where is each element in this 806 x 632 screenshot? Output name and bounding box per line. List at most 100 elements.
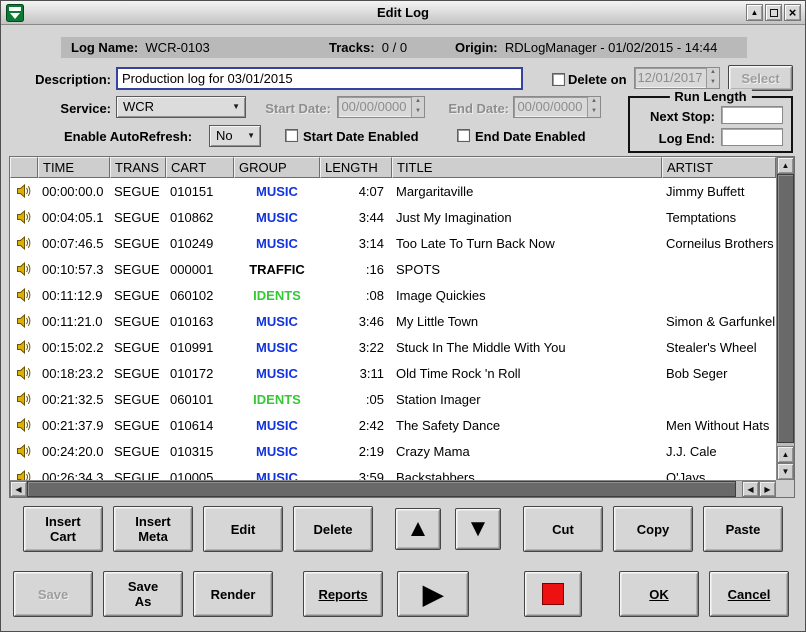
- column-header-artist[interactable]: ARTIST: [662, 157, 776, 178]
- table-row[interactable]: 00:24:20.0SEGUE010315MUSIC2:19Crazy Mama…: [10, 438, 776, 464]
- start-date-enabled-label: Start Date Enabled: [303, 129, 419, 145]
- cell-trans: SEGUE: [110, 418, 166, 433]
- play-button[interactable]: ▶: [397, 571, 469, 617]
- titlebar[interactable]: Edit Log ▲ ×: [1, 1, 805, 25]
- column-header-time[interactable]: TIME: [38, 157, 110, 178]
- speaker-cell: [10, 287, 38, 303]
- log-table: TIMETRANSCARTGROUPLENGTHTITLEARTIST 00:0…: [9, 156, 795, 498]
- paste-button[interactable]: Paste: [703, 506, 783, 552]
- column-header-title[interactable]: TITLE: [392, 157, 662, 178]
- insert-meta-button[interactable]: Insert Meta: [113, 506, 193, 552]
- cell-group: MUSIC: [234, 366, 320, 381]
- edit-button[interactable]: Edit: [203, 506, 283, 552]
- cell-trans: SEGUE: [110, 470, 166, 481]
- reports-label: Reports: [318, 587, 367, 602]
- combo-arrow-icon: ▼: [232, 97, 240, 117]
- column-header-trans[interactable]: TRANS: [110, 157, 166, 178]
- cell-artist: Men Without Hats: [662, 418, 776, 433]
- scroll-up-button-bottom[interactable]: ▲: [777, 446, 794, 463]
- copy-label: Copy: [637, 522, 670, 537]
- cell-group: MUSIC: [234, 314, 320, 329]
- log-table-header: TIMETRANSCARTGROUPLENGTHTITLEARTIST: [10, 157, 776, 178]
- scroll-down-button[interactable]: ▼: [777, 463, 794, 480]
- ok-button[interactable]: OK: [619, 571, 699, 617]
- column-header-group[interactable]: GROUP: [234, 157, 320, 178]
- table-row[interactable]: 00:11:12.9SEGUE060102IDENTS:08Image Quic…: [10, 282, 776, 308]
- scroll-left-button-right[interactable]: ◀: [742, 481, 759, 497]
- table-row[interactable]: 00:00:00.0SEGUE010151MUSIC4:07Margaritav…: [10, 178, 776, 204]
- speaker-icon: [16, 313, 32, 329]
- move-up-button[interactable]: ▲: [395, 508, 441, 550]
- save-button: Save: [13, 571, 93, 617]
- service-combobox[interactable]: WCR ▼: [116, 96, 246, 118]
- window-title: Edit Log: [1, 5, 805, 20]
- start-date-enabled-checkbox[interactable]: [285, 129, 298, 142]
- cell-group: MUSIC: [234, 444, 320, 459]
- close-icon: ×: [789, 6, 797, 19]
- table-row[interactable]: 00:21:37.9SEGUE010614MUSIC2:42The Safety…: [10, 412, 776, 438]
- end-date-spinbox: 00/00/0000 ▲ ▼: [513, 96, 601, 118]
- spin-down-icon: ▼: [412, 107, 424, 117]
- column-header-cart[interactable]: CART: [166, 157, 234, 178]
- combo-arrow-icon: ▼: [247, 126, 255, 146]
- table-row[interactable]: 00:18:23.2SEGUE010172MUSIC3:11Old Time R…: [10, 360, 776, 386]
- copy-button[interactable]: Copy: [613, 506, 693, 552]
- table-row[interactable]: 00:26:34.3SEGUE010005MUSIC3:59Backstabbe…: [10, 464, 776, 480]
- cell-group: MUSIC: [234, 340, 320, 355]
- delete-on-checkbox[interactable]: [552, 73, 565, 86]
- scroll-left-button[interactable]: ◀: [10, 481, 27, 497]
- table-row[interactable]: 00:04:05.1SEGUE010862MUSIC3:44Just My Im…: [10, 204, 776, 230]
- scroll-up-button[interactable]: ▲: [777, 157, 794, 174]
- cell-cart: 010862: [166, 210, 234, 225]
- render-button[interactable]: Render: [193, 571, 273, 617]
- end-date-enabled-checkbox[interactable]: [457, 129, 470, 142]
- save-as-label: Save As: [118, 579, 168, 609]
- move-down-button[interactable]: ▼: [455, 508, 501, 550]
- tracks-value: 0 / 0: [382, 40, 407, 55]
- delete-date-spinbox: 12/01/2017 ▲ ▼: [634, 67, 720, 89]
- save-as-button[interactable]: Save As: [103, 571, 183, 617]
- speaker-cell: [10, 391, 38, 407]
- spin-up-icon: ▲: [588, 97, 600, 107]
- stop-button[interactable]: [524, 571, 582, 617]
- insert-cart-button[interactable]: Insert Cart: [23, 506, 103, 552]
- shade-button[interactable]: ▲: [746, 4, 763, 21]
- tracks-label: Tracks:: [329, 40, 375, 55]
- horizontal-scrollbar-thumb[interactable]: [27, 481, 736, 497]
- scroll-right-button[interactable]: ▶: [759, 481, 776, 497]
- table-row[interactable]: 00:07:46.5SEGUE010249MUSIC3:14Too Late T…: [10, 230, 776, 256]
- maximize-button[interactable]: [765, 4, 782, 21]
- cell-length: 3:22: [320, 340, 392, 355]
- table-row[interactable]: 00:15:02.2SEGUE010991MUSIC3:22Stuck In T…: [10, 334, 776, 360]
- table-row[interactable]: 00:10:57.3SEGUE000001TRAFFIC:16SPOTS: [10, 256, 776, 282]
- table-row[interactable]: 00:21:32.5SEGUE060101IDENTS:05Station Im…: [10, 386, 776, 412]
- autorefresh-combobox[interactable]: No ▼: [209, 125, 261, 147]
- origin: Origin: RDLogManager - 01/02/2015 - 14:4…: [455, 37, 717, 58]
- column-header-icon[interactable]: [10, 157, 38, 178]
- description-input[interactable]: [116, 67, 523, 90]
- table-row[interactable]: 00:11:21.0SEGUE010163MUSIC3:46My Little …: [10, 308, 776, 334]
- vertical-scrollbar[interactable]: ▲ ▲ ▼: [776, 157, 794, 480]
- cell-title: Old Time Rock 'n Roll: [392, 366, 662, 381]
- cell-cart: 010151: [166, 184, 234, 199]
- speaker-cell: [10, 235, 38, 251]
- speaker-cell: [10, 261, 38, 277]
- speaker-cell: [10, 365, 38, 381]
- horizontal-scrollbar[interactable]: ◀ ◀ ▶: [10, 480, 776, 497]
- cell-group: MUSIC: [234, 236, 320, 251]
- close-button[interactable]: ×: [784, 4, 801, 21]
- cell-time: 00:10:57.3: [38, 262, 110, 277]
- edit-label: Edit: [231, 522, 256, 537]
- vertical-scrollbar-thumb[interactable]: [777, 174, 794, 443]
- delete-button[interactable]: Delete: [293, 506, 373, 552]
- cell-cart: 010172: [166, 366, 234, 381]
- cut-button[interactable]: Cut: [523, 506, 603, 552]
- cancel-button[interactable]: Cancel: [709, 571, 789, 617]
- speaker-cell: [10, 209, 38, 225]
- speaker-icon: [16, 417, 32, 433]
- reports-button[interactable]: Reports: [303, 571, 383, 617]
- cell-title: The Safety Dance: [392, 418, 662, 433]
- column-header-length[interactable]: LENGTH: [320, 157, 392, 178]
- origin-value: RDLogManager - 01/02/2015 - 14:44: [505, 40, 717, 55]
- render-label: Render: [211, 587, 256, 602]
